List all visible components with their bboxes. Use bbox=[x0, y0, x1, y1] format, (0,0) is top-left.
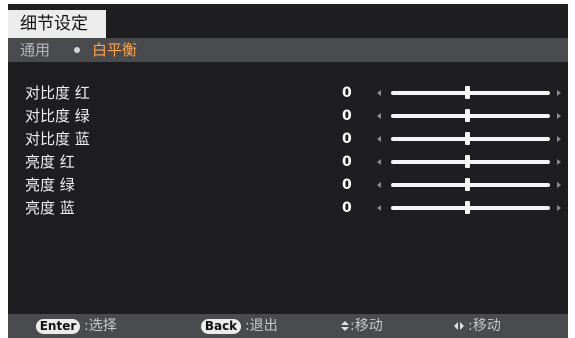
slider-track[interactable] bbox=[391, 137, 550, 141]
arrow-right-icon[interactable] bbox=[557, 90, 561, 96]
slider-track[interactable] bbox=[391, 91, 550, 95]
setting-row[interactable]: 亮度 蓝 0 bbox=[8, 197, 568, 219]
arrow-right-icon[interactable] bbox=[557, 113, 561, 119]
setting-value: 0 bbox=[342, 177, 352, 193]
setting-label: 亮度 蓝 bbox=[25, 199, 75, 217]
setting-label: 亮度 绿 bbox=[25, 176, 75, 194]
setting-label: 亮度 红 bbox=[25, 153, 75, 171]
arrow-left-icon[interactable] bbox=[377, 182, 381, 188]
setting-row[interactable]: 对比度 红 0 bbox=[8, 82, 568, 104]
arrow-left-icon[interactable] bbox=[377, 113, 381, 119]
arrow-left-icon[interactable] bbox=[377, 136, 381, 142]
enter-key-badge: Enter bbox=[36, 319, 80, 334]
leftright-hint: :移动 bbox=[468, 318, 501, 334]
footer-hints: Enter :选择 Back :退出 :移动 :移动 bbox=[8, 314, 568, 338]
setting-value: 0 bbox=[342, 108, 352, 124]
slider-track[interactable] bbox=[391, 206, 550, 210]
slider-thumb[interactable] bbox=[465, 155, 471, 168]
slider-thumb[interactable] bbox=[465, 201, 471, 214]
breadcrumb-parent[interactable]: 通用 bbox=[20, 38, 50, 62]
setting-row[interactable]: 对比度 蓝 0 bbox=[8, 128, 568, 150]
arrow-left-icon[interactable] bbox=[377, 205, 381, 211]
breadcrumb-current[interactable]: 白平衡 bbox=[92, 38, 137, 62]
menu-title-tab[interactable]: 细节设定 bbox=[8, 10, 106, 38]
setting-label: 对比度 红 bbox=[25, 84, 90, 102]
arrow-right-icon[interactable] bbox=[557, 136, 561, 142]
slider-thumb[interactable] bbox=[465, 178, 471, 191]
arrow-left-icon[interactable] bbox=[377, 159, 381, 165]
setting-row[interactable]: 对比度 绿 0 bbox=[8, 105, 568, 127]
setting-value: 0 bbox=[342, 85, 352, 101]
arrow-right-icon[interactable] bbox=[557, 182, 561, 188]
setting-value: 0 bbox=[342, 131, 352, 147]
updown-hint: :移动 bbox=[350, 318, 383, 334]
back-hint: :退出 bbox=[245, 318, 278, 334]
left-right-arrow-icon bbox=[454, 322, 466, 330]
slider-thumb[interactable] bbox=[465, 109, 471, 122]
up-down-arrow-icon bbox=[341, 321, 349, 331]
arrow-right-icon[interactable] bbox=[557, 205, 561, 211]
setting-label: 对比度 绿 bbox=[25, 107, 90, 125]
slider-track[interactable] bbox=[391, 183, 550, 187]
arrow-left-icon[interactable] bbox=[377, 90, 381, 96]
setting-row[interactable]: 亮度 红 0 bbox=[8, 151, 568, 173]
setting-value: 0 bbox=[342, 154, 352, 170]
setting-label: 对比度 蓝 bbox=[25, 130, 90, 148]
enter-hint: :选择 bbox=[84, 318, 117, 334]
back-key-badge: Back bbox=[201, 319, 241, 334]
slider-track[interactable] bbox=[391, 114, 550, 118]
osd-menu: 细节设定 通用 白平衡 对比度 红 0 对比度 绿 0 对比度 蓝 0 亮度 红… bbox=[8, 4, 568, 338]
setting-row[interactable]: 亮度 绿 0 bbox=[8, 174, 568, 196]
slider-thumb[interactable] bbox=[465, 86, 471, 99]
arrow-right-icon[interactable] bbox=[557, 159, 561, 165]
setting-value: 0 bbox=[342, 200, 352, 216]
breadcrumb: 通用 白平衡 bbox=[8, 38, 568, 62]
slider-track[interactable] bbox=[391, 160, 550, 164]
bullet-icon bbox=[74, 47, 80, 53]
slider-thumb[interactable] bbox=[465, 132, 471, 145]
